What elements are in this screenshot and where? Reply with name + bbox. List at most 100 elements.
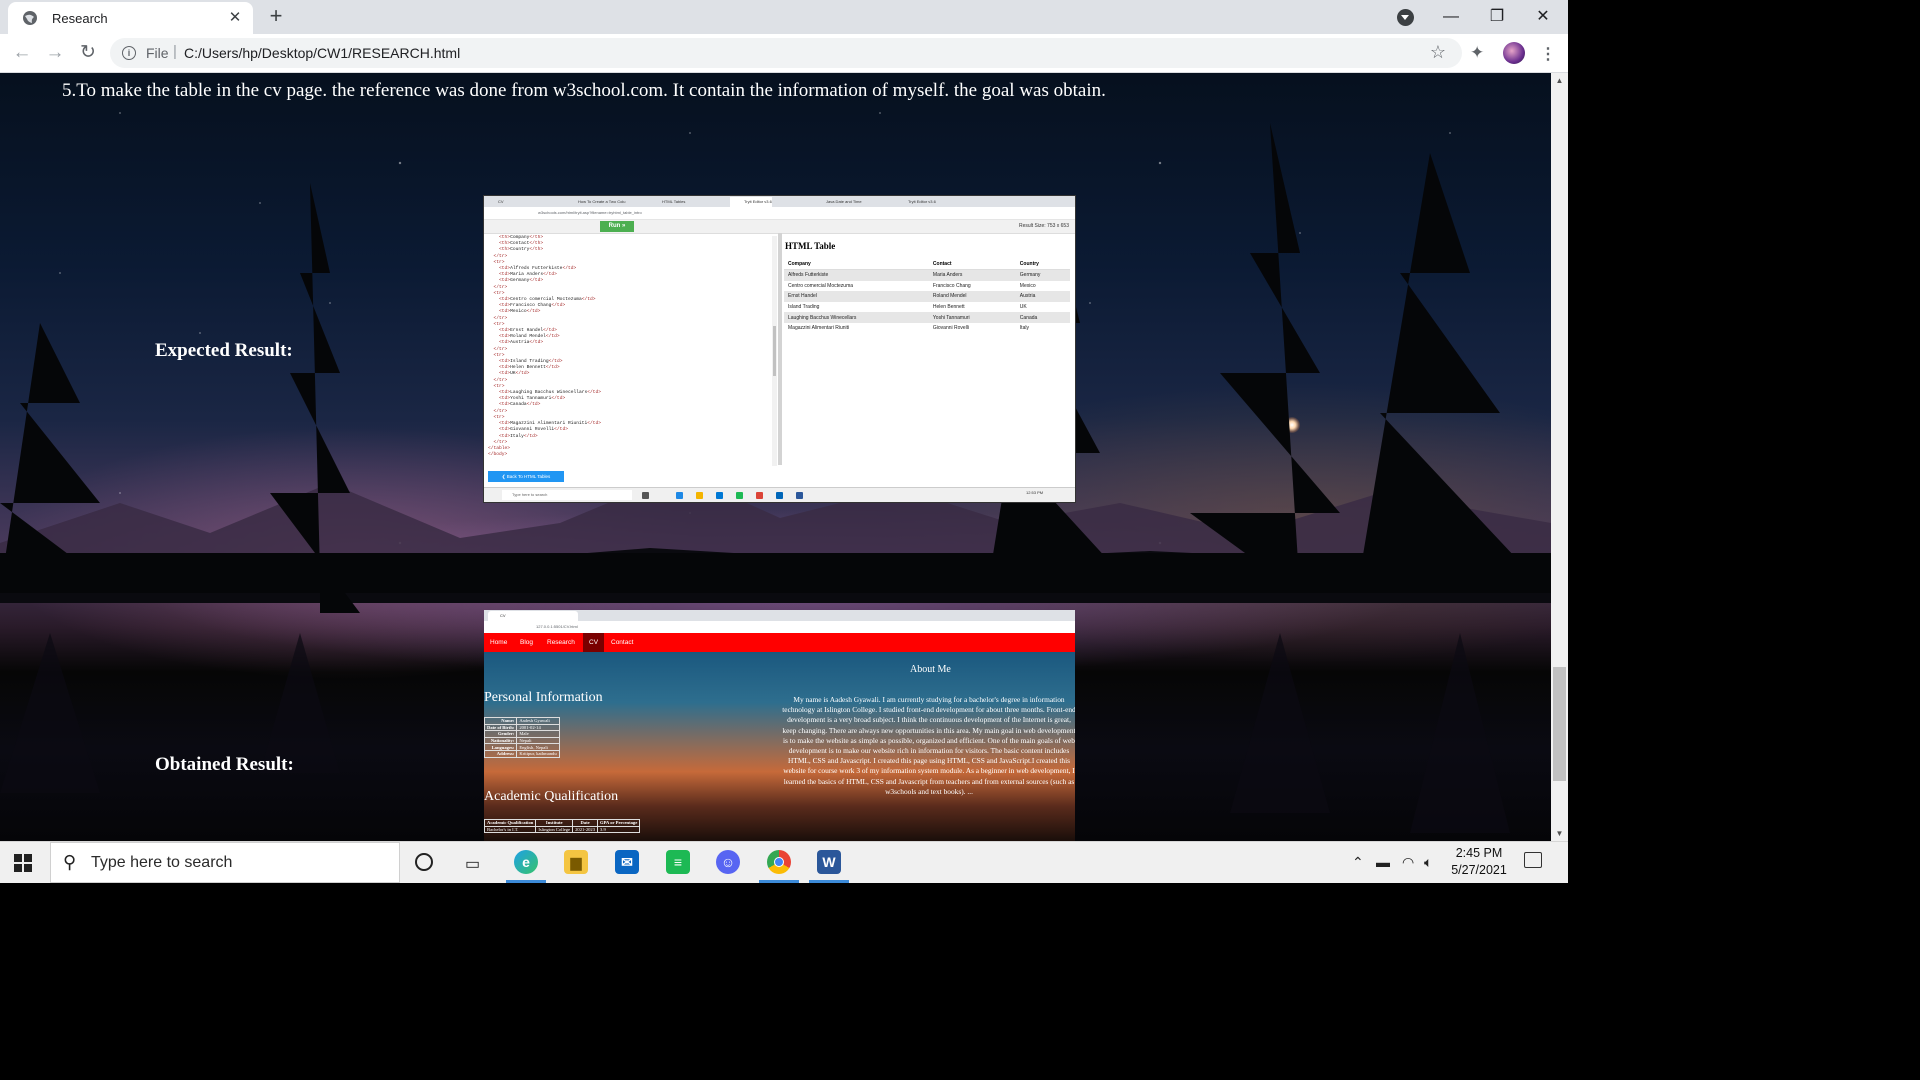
scrollbar-thumb[interactable]	[1553, 667, 1566, 781]
folder-icon: ▆	[564, 850, 588, 874]
taskbar-search-box[interactable]: ⚲ Type here to search	[50, 842, 400, 883]
table-row: Date of Birth: 2001-02-14	[484, 723, 560, 732]
page-scrollbar[interactable]: ▲ ▼	[1551, 73, 1568, 841]
windows-taskbar: ⚲ Type here to search ▭ e ▆ ✉ ≡ ☺ W ⌃ ▬ …	[0, 841, 1568, 883]
screenshot-nav-blog: Blog	[520, 639, 534, 646]
screenshot-taskbar-icon	[696, 492, 703, 499]
screenshot-taskbar: Type here to search 12:53 PM	[484, 487, 1075, 502]
table-cell: English, Nepali	[516, 743, 560, 751]
table-header: Contact	[928, 259, 1016, 270]
minimize-button[interactable]: —	[1428, 0, 1474, 34]
restore-button[interactable]: ❐	[1474, 0, 1520, 34]
edge-icon: e	[514, 850, 538, 874]
table-row: Languages: English, Nepali	[484, 743, 560, 751]
screenshot-tab: How To Create a Two Colu	[578, 199, 626, 204]
table-cell: Nationality:	[484, 736, 518, 745]
table-cell: Address:	[484, 749, 518, 758]
obtained-result-screenshot: CV 127.0.0.1:5501/CV.html Home Blog Rese…	[484, 610, 1075, 841]
discord-icon: ☺	[716, 850, 740, 874]
screenshot-taskbar-icon	[642, 492, 649, 499]
wifi-icon[interactable]: ◠	[1402, 842, 1414, 883]
table-cell: Canada	[1015, 312, 1070, 323]
screenshot-tab: Java Date and Time	[826, 199, 862, 204]
screenshot-taskbar-icon	[796, 492, 803, 499]
url-text[interactable]: C:/Users/hp/Desktop/CW1/RESEARCH.html	[184, 45, 460, 61]
taskbar-word[interactable]: W	[805, 842, 853, 883]
screenshot-nav-research: Research	[547, 639, 575, 646]
bookmark-star-icon[interactable]: ☆	[1430, 42, 1446, 63]
table-cell: UK	[1019, 304, 1027, 311]
battery-icon[interactable]: ▬	[1376, 842, 1390, 883]
chrome-icon	[767, 850, 791, 874]
task-view-button[interactable]: ▭	[450, 842, 498, 883]
screenshot-taskbar-icon	[676, 492, 683, 499]
screenshot-about-text: My name is Aadesh Gyawali. I am currentl…	[782, 695, 1075, 796]
screenshot-taskbar-icon	[776, 492, 783, 499]
screenshot-result-size: Result Size: 753 x 653	[1018, 223, 1069, 229]
browser-tab-strip: Research ✕ + — ❐ ✕	[0, 0, 1568, 34]
scroll-up-arrow-icon[interactable]: ▲	[1551, 73, 1568, 88]
screenshot-result-pane: HTML Table Company Contact Country Alfre…	[784, 236, 1072, 464]
page-viewport: 5.To make the table in the cv page. the …	[0, 73, 1551, 841]
table-header: Institute	[535, 819, 574, 827]
table-cell: Laughing Bacchus Winecellars	[784, 312, 929, 323]
table-cell: Islington College	[535, 825, 574, 834]
taskbar-edge[interactable]: e	[502, 842, 550, 883]
taskbar-mail[interactable]: ✉	[603, 842, 651, 883]
cortana-button[interactable]	[400, 842, 448, 883]
clock-time: 2:45 PM	[1455, 846, 1503, 860]
show-hidden-icons-chevron-icon[interactable]: ⌃	[1352, 842, 1364, 883]
tab-search-icon[interactable]	[1397, 9, 1414, 26]
screenshot-run-button: Run »	[600, 221, 634, 232]
table-cell: Kritipur, kathmandu	[516, 749, 560, 758]
avatar[interactable]	[1503, 42, 1525, 64]
reload-icon[interactable]: ↻	[76, 41, 100, 65]
taskbar-clock[interactable]: 2:45 PM 5/27/2021	[1436, 845, 1522, 879]
table-cell: 2001-02-14	[516, 723, 560, 732]
screenshot-personal-table: Name: Aadesh Gyawali Date of Birth: 2001-02…	[484, 717, 560, 758]
windows-start-icon[interactable]	[14, 854, 32, 872]
info-icon[interactable]: i	[122, 46, 136, 60]
table-header: Country	[1015, 259, 1070, 270]
table-row: Magazzini Alimentari Riuniti Giovanni Rov…	[784, 323, 1070, 334]
address-bar[interactable]: i File | C:/Users/hp/Desktop/CW1/RESEARC…	[110, 38, 1462, 68]
screenshot-taskbar-icon	[716, 492, 723, 499]
close-tab-icon[interactable]: ✕	[225, 8, 245, 28]
notifications-icon[interactable]	[1524, 852, 1542, 868]
table-cell: 3.9	[597, 825, 641, 834]
table-cell: Bachelor's in I.T.	[484, 825, 537, 834]
table-row: Alfreds Futterkiste Maria Anders Germany	[784, 269, 1070, 281]
screenshot-taskbar-icon	[736, 492, 743, 499]
search-icon: ⚲	[63, 852, 77, 872]
taskbar-spotify[interactable]: ≡	[654, 842, 702, 883]
table-cell: Alfreds Futterkiste	[784, 269, 929, 281]
screenshot-academic-table: Academic Qualification Institute Date GP…	[484, 819, 641, 834]
volume-icon[interactable]: 🔈︎	[1424, 842, 1432, 883]
table-cell: Maria Anders	[928, 269, 1016, 281]
back-icon[interactable]: ←	[10, 41, 34, 65]
browser-tab[interactable]: Research ✕	[8, 2, 253, 34]
new-tab-icon[interactable]: +	[264, 5, 288, 29]
spotify-icon: ≡	[666, 850, 690, 874]
table-cell: Roland Mendel	[928, 291, 1016, 302]
extensions-icon[interactable]: ✦	[1470, 43, 1484, 63]
taskbar-discord[interactable]: ☺	[704, 842, 752, 883]
taskbar-chrome[interactable]	[755, 842, 803, 883]
taskbar-file-explorer[interactable]: ▆	[552, 842, 600, 883]
table-header: Academic Qualification	[484, 819, 537, 827]
table-row: Ernst Handel Roland Mendel Austria	[784, 291, 1070, 302]
forward-icon[interactable]: →	[43, 41, 67, 65]
screenshot-scrollbar	[772, 236, 777, 466]
screenshot-tab: Tryit Editor v3.6	[730, 197, 772, 207]
table-cell: Languages:	[484, 743, 518, 751]
scroll-down-arrow-icon[interactable]: ▼	[1551, 826, 1568, 841]
expected-result-screenshot: CV How To Create a Two Colu HTML Tables …	[484, 196, 1075, 502]
table-cell: Aadesh Gyawali	[516, 717, 560, 725]
table-cell: Mexico	[1019, 282, 1036, 289]
table-cell: Name:	[484, 717, 518, 725]
menu-kebab-icon[interactable]: ⋮	[1540, 44, 1556, 64]
close-window-button[interactable]: ✕	[1520, 0, 1566, 34]
url-scheme: File	[146, 45, 169, 61]
screenshot-taskbar-icon	[756, 492, 763, 499]
screenshot-tab: CV	[488, 611, 578, 621]
